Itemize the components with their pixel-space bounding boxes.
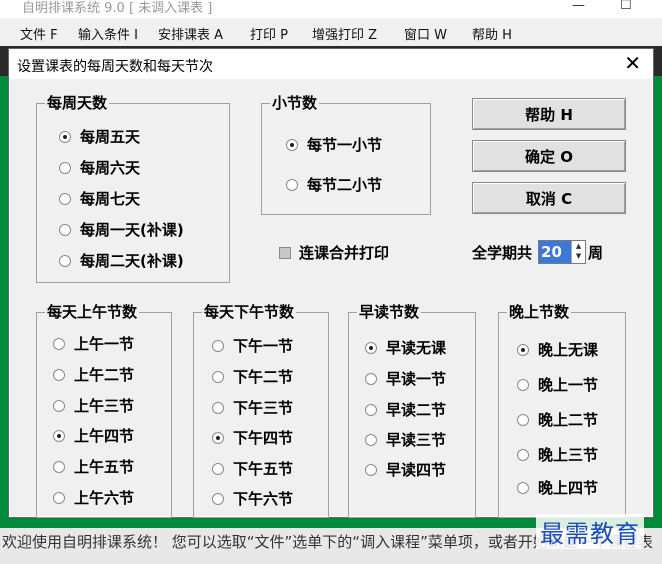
menu-help[interactable]: 帮助 H: [472, 24, 512, 43]
radio-icon: [212, 401, 224, 414]
help-button[interactable]: 帮助 H: [472, 98, 626, 130]
radio-icon: [365, 403, 377, 416]
close-icon[interactable]: ✕: [624, 51, 641, 75]
evening-periods-label: 晚上节数: [507, 301, 572, 322]
radio-icon: [365, 372, 377, 385]
radio-early-4[interactable]: 早读四节: [365, 459, 446, 480]
radio-one-sub-period[interactable]: 每节一小节: [286, 134, 382, 155]
radio-icon: [365, 463, 377, 476]
radio-morning-1[interactable]: 上午一节: [53, 333, 134, 354]
radio-afternoon-5[interactable]: 下午五节: [212, 458, 293, 479]
radio-morning-2[interactable]: 上午二节: [53, 364, 134, 385]
radio-evening-1[interactable]: 晚上一节: [517, 374, 598, 395]
radio-afternoon-2[interactable]: 下午二节: [212, 366, 293, 387]
radio-selected-icon: [212, 431, 224, 444]
radio-two-sub-periods[interactable]: 每节二小节: [286, 174, 382, 195]
radio-icon: [59, 161, 71, 174]
maximize-icon[interactable]: ☐: [620, 0, 632, 13]
spin-down-icon[interactable]: ▼: [572, 251, 585, 261]
weeks-value[interactable]: 20: [539, 241, 572, 263]
menu-print[interactable]: 打印 P: [250, 24, 288, 43]
radio-selected-icon: [59, 130, 71, 143]
menu-arrange-schedule[interactable]: 安排课表 A: [158, 24, 223, 43]
app-title: 自明排课系统 9.0 [ 未调入课表 ]: [22, 1, 213, 16]
radio-selected-icon: [53, 429, 65, 442]
early-reading-group: 早读节数 早读无课 早读一节 早读二节 早读三节 早读四节: [348, 301, 476, 518]
menu-file[interactable]: 文件 F: [20, 24, 58, 43]
radio-selected-icon: [365, 341, 377, 354]
radio-evening-3[interactable]: 晚上三节: [517, 444, 598, 465]
radio-icon: [517, 378, 529, 391]
radio-icon: [517, 413, 529, 426]
radio-morning-3[interactable]: 上午三节: [53, 395, 134, 416]
minimize-icon[interactable]: —: [572, 0, 585, 13]
radio-early-1[interactable]: 早读一节: [365, 368, 446, 389]
semester-weeks: 全学期共 20 ▲ ▼ 周: [472, 240, 603, 264]
settings-dialog: 设置课表的每周天数和每天节次 ✕ 每周天数 每周五天 每周六天 每周七天 每周一…: [8, 48, 654, 518]
radio-icon: [53, 368, 65, 381]
weeks-spinner[interactable]: 20 ▲ ▼: [538, 240, 587, 264]
radio-afternoon-4[interactable]: 下午四节: [212, 427, 293, 448]
spin-up-icon[interactable]: ▲: [572, 241, 585, 251]
watermark-text: 最需教育: [536, 514, 644, 549]
radio-icon: [365, 433, 377, 446]
dialog-title-bar: 设置课表的每周天数和每天节次 ✕: [9, 49, 653, 79]
radio-early-2[interactable]: 早读二节: [365, 399, 446, 420]
radio-early-none[interactable]: 早读无课: [365, 337, 446, 358]
radio-days-7[interactable]: 每周七天: [59, 188, 140, 209]
radio-icon: [53, 460, 65, 473]
radio-icon: [53, 491, 65, 504]
radio-evening-4[interactable]: 晚上四节: [517, 477, 598, 498]
radio-selected-icon: [517, 343, 529, 356]
morning-periods-group: 每天上午节数 上午一节 上午二节 上午三节 上午四节 上午五节 上午六节: [36, 301, 172, 518]
dialog-title: 设置课表的每周天数和每天节次: [17, 59, 213, 75]
afternoon-periods-label: 每天下午节数: [202, 301, 297, 322]
radio-icon: [53, 337, 65, 350]
semester-label: 全学期共: [472, 243, 533, 262]
app-title-bar: 自明排课系统 9.0 [ 未调入课表 ] — ☐: [0, 0, 662, 18]
radio-icon: [212, 370, 224, 383]
menu-window[interactable]: 窗口 W: [404, 24, 447, 43]
days-per-week-group: 每周天数 每周五天 每周六天 每周七天 每周一天(补课) 每周二天(补课): [36, 92, 230, 283]
radio-evening-none[interactable]: 晚上无课: [517, 339, 598, 360]
radio-icon: [59, 223, 71, 236]
radio-days-2-makeup[interactable]: 每周二天(补课): [59, 250, 184, 271]
radio-icon: [212, 492, 224, 505]
radio-afternoon-6[interactable]: 下午六节: [212, 488, 293, 509]
radio-icon: [212, 462, 224, 475]
radio-days-1-makeup[interactable]: 每周一天(补课): [59, 219, 184, 240]
radio-morning-4[interactable]: 上午四节: [53, 425, 134, 446]
radio-icon: [517, 448, 529, 461]
radio-icon: [212, 339, 224, 352]
radio-early-3[interactable]: 早读三节: [365, 429, 446, 450]
menu-enhanced-print[interactable]: 增强打印 Z: [312, 24, 377, 43]
days-per-week-label: 每周天数: [45, 92, 110, 113]
radio-icon: [53, 399, 65, 412]
weeks-unit: 周: [588, 243, 604, 262]
radio-days-6[interactable]: 每周六天: [59, 157, 140, 178]
radio-afternoon-3[interactable]: 下午三节: [212, 397, 293, 418]
morning-periods-label: 每天上午节数: [45, 301, 140, 322]
evening-periods-group: 晚上节数 晚上无课 晚上一节 晚上二节 晚上三节 晚上四节: [498, 301, 626, 518]
sub-periods-group: 小节数 每节一小节 每节二小节: [261, 92, 431, 215]
radio-icon: [286, 178, 298, 191]
cancel-button[interactable]: 取消 C: [472, 182, 626, 214]
ok-button[interactable]: 确定 O: [472, 140, 626, 172]
sub-periods-label: 小节数: [270, 92, 320, 113]
merge-print-checkbox[interactable]: 连课合并打印: [279, 242, 389, 263]
radio-icon: [59, 254, 71, 267]
afternoon-periods-group: 每天下午节数 下午一节 下午二节 下午三节 下午四节 下午五节 下午六节: [193, 301, 329, 518]
radio-evening-2[interactable]: 晚上二节: [517, 409, 598, 430]
menu-bar: 文件 F 输入条件 I 安排课表 A 打印 P 增强打印 Z 窗口 W 帮助 H: [0, 18, 662, 46]
radio-icon: [59, 192, 71, 205]
radio-morning-5[interactable]: 上午五节: [53, 456, 134, 477]
radio-selected-icon: [286, 138, 298, 151]
radio-icon: [517, 481, 529, 494]
radio-morning-6[interactable]: 上午六节: [53, 487, 134, 508]
radio-afternoon-1[interactable]: 下午一节: [212, 335, 293, 356]
radio-days-5[interactable]: 每周五天: [59, 126, 140, 147]
menu-input-conditions[interactable]: 输入条件 I: [78, 24, 138, 43]
checkbox-icon: [279, 246, 291, 259]
early-reading-label: 早读节数: [357, 301, 422, 322]
